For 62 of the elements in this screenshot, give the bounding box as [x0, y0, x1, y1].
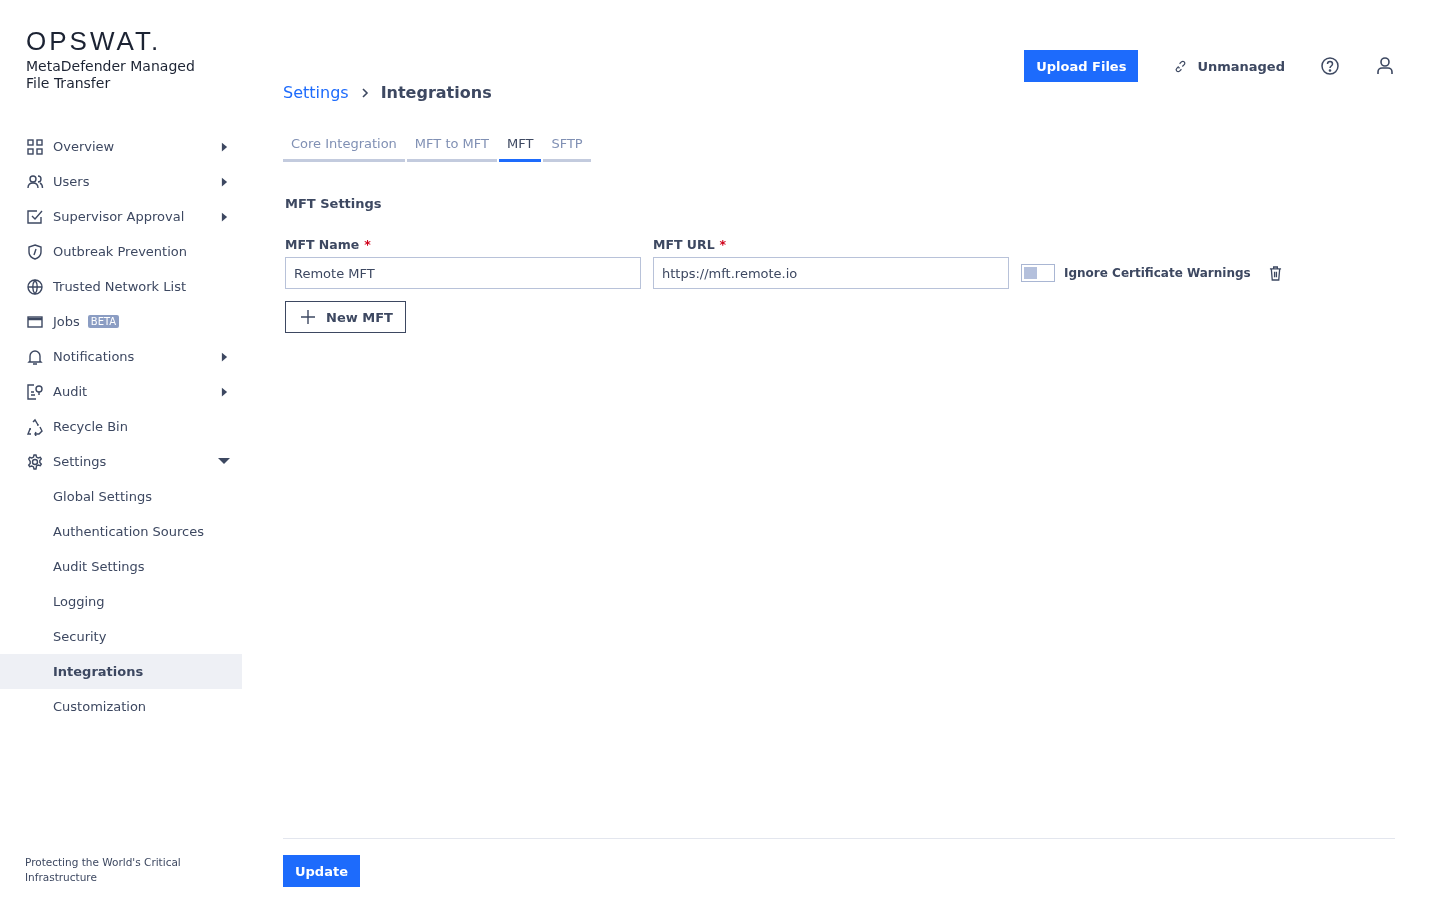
- bell-icon: [26, 347, 44, 366]
- sidebar-item[interactable]: Notifications: [0, 339, 242, 374]
- sidebar-item-label: Recycle Bin: [53, 419, 128, 434]
- sidebar-item[interactable]: Outbreak Prevention: [0, 234, 242, 269]
- globe-icon: [26, 277, 44, 296]
- sidebar-item-label: Trusted Network List: [53, 279, 186, 294]
- sidebar-item-label: Supervisor Approval: [53, 209, 185, 224]
- sidebar-subitem[interactable]: Security: [0, 619, 242, 654]
- new-mft-button[interactable]: New MFT: [285, 301, 406, 333]
- help-icon[interactable]: [1320, 56, 1340, 76]
- toggle-label: Ignore Certificate Warnings: [1064, 266, 1251, 280]
- check-icon: [26, 207, 44, 226]
- sidebar-subitem[interactable]: Customization: [0, 689, 242, 724]
- field-label: MFT Name: [285, 237, 360, 252]
- tab[interactable]: MFT: [499, 132, 542, 162]
- sidebar-subitem[interactable]: Integrations: [0, 654, 242, 689]
- beta-badge: BETA: [87, 315, 120, 328]
- sidebar-item-label: Jobs: [53, 314, 80, 329]
- sidebar-item-label: Audit: [53, 384, 88, 399]
- section-title: MFT Settings: [285, 196, 383, 211]
- chevron-right-icon: [360, 86, 369, 99]
- tagline: Protecting the World's Critical Infrastructure: [25, 855, 182, 885]
- upload-files-button[interactable]: Upload Files: [1024, 50, 1139, 82]
- recycle-icon: [26, 417, 44, 436]
- sidebar-item-label: Outbreak Prevention: [53, 244, 187, 259]
- toggle-switch[interactable]: [1021, 264, 1055, 282]
- link-icon: [1174, 59, 1188, 73]
- sidebar-item[interactable]: Users: [0, 164, 242, 199]
- shield-icon: [26, 242, 44, 261]
- sidebar-item[interactable]: Audit: [0, 374, 242, 409]
- sidebar-item[interactable]: Settings: [0, 444, 242, 479]
- breadcrumb-link[interactable]: Settings: [283, 83, 349, 102]
- gear-icon: [26, 452, 44, 471]
- sidebar-item[interactable]: Supervisor Approval: [0, 199, 242, 234]
- update-button[interactable]: Update: [283, 855, 360, 887]
- sidebar-item[interactable]: Overview: [0, 129, 242, 164]
- sidebar-item[interactable]: Trusted Network List: [0, 269, 242, 304]
- breadcrumb-current: Integrations: [380, 83, 492, 102]
- trash-icon[interactable]: [1268, 265, 1282, 281]
- required-mark: *: [719, 237, 727, 252]
- sidebar-subitem[interactable]: Authentication Sources: [0, 514, 242, 549]
- sidebar-subitem[interactable]: Logging: [0, 584, 242, 619]
- audit-icon: [26, 382, 44, 401]
- sidebar-item[interactable]: Recycle Bin: [0, 409, 242, 444]
- sidebar-item-label: Users: [53, 174, 90, 189]
- product-name: MetaDefender Managed File Transfer: [26, 58, 196, 92]
- sidebar-subitem[interactable]: Global Settings: [0, 479, 242, 514]
- sidebar-item-label: Notifications: [53, 349, 135, 364]
- user-icon[interactable]: [1375, 56, 1395, 76]
- sidebar-item-label: Settings: [53, 454, 107, 469]
- unmanaged-status: Unmanaged: [1197, 58, 1285, 74]
- field-label: MFT URL: [653, 237, 715, 252]
- sidebar-item[interactable]: Jobs BETA: [0, 304, 242, 339]
- input-field[interactable]: Remote MFT: [285, 257, 641, 289]
- sidebar-subitem[interactable]: Audit Settings: [0, 549, 242, 584]
- input-field[interactable]: https://mft.remote.io: [653, 257, 1009, 289]
- sidebar-item-label: Overview: [53, 139, 115, 154]
- required-mark: *: [364, 237, 371, 252]
- plus-icon: [301, 310, 315, 324]
- users-icon: [26, 172, 44, 191]
- grid-icon: [26, 137, 44, 156]
- opswat-logo: OPSWAT.: [26, 28, 163, 54]
